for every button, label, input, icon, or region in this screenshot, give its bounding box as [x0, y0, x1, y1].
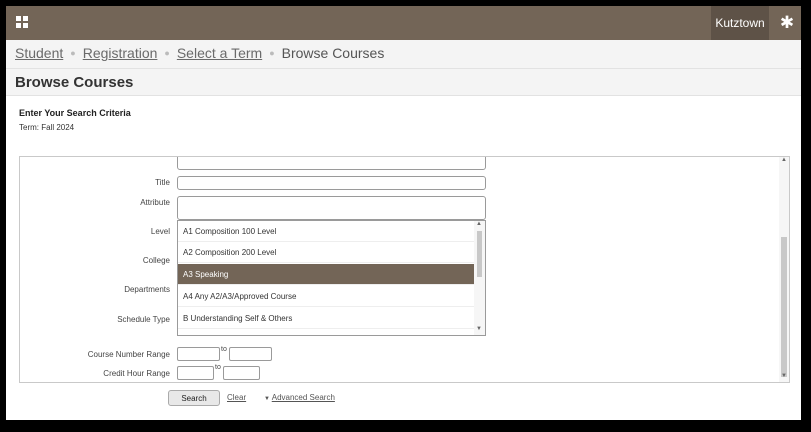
page-title: Browse Courses [15, 74, 134, 91]
breadcrumb-registration[interactable]: Registration [83, 45, 158, 61]
level-label: Level [150, 227, 170, 236]
panel-scrollbar[interactable]: ▲ ▼ [779, 157, 789, 382]
attribute-option[interactable]: A2 Composition 200 Level [178, 242, 475, 263]
range-to-label: to [215, 364, 221, 371]
page-header: Browse Courses [6, 69, 801, 96]
breadcrumb-current: Browse Courses [281, 45, 385, 61]
scroll-down-icon[interactable]: ▼ [476, 326, 482, 332]
attribute-option[interactable]: A1 Composition 100 Level [178, 221, 475, 242]
attribute-dropdown[interactable]: A1 Composition 100 Level A2 Composition … [177, 220, 486, 336]
subject-field[interactable] [177, 157, 486, 170]
course-number-label: Course Number Range [87, 350, 170, 359]
search-button[interactable]: Search [168, 390, 220, 406]
grid-menu-icon[interactable] [16, 16, 28, 28]
credit-hour-from[interactable] [177, 366, 214, 380]
tenant-name[interactable]: Kutztown [711, 6, 769, 40]
panel-scroll-thumb[interactable] [781, 237, 787, 377]
search-criteria-panel[interactable]: Title Attribute Level College Department… [19, 156, 790, 383]
title-label: Title [155, 178, 170, 187]
title-input[interactable] [177, 176, 486, 190]
breadcrumb-bar: Student ● Registration ● Select a Term ● Brows… [6, 40, 801, 69]
attribute-option[interactable]: A4 Any A2/A3/Approved Course [178, 286, 475, 307]
scroll-down-icon[interactable]: ▼ [781, 373, 787, 379]
range-to-label: to [221, 346, 227, 353]
credit-hour-label: Credit Hour Range [103, 369, 170, 378]
schedule-type-label: Schedule Type [117, 315, 170, 324]
criteria-heading: Enter Your Search Criteria [19, 108, 131, 118]
college-label: College [142, 256, 170, 265]
departments-label: Departments [124, 285, 170, 294]
breadcrumb-separator: ● [70, 48, 76, 58]
breadcrumb-separator: ● [269, 48, 275, 58]
scroll-up-icon[interactable]: ▲ [476, 221, 482, 227]
attribute-input[interactable] [177, 196, 486, 220]
attribute-label: Attribute [140, 198, 170, 207]
advanced-search-link[interactable]: ▼ Advanced Search [264, 393, 335, 402]
breadcrumb-separator: ● [164, 48, 170, 58]
caret-down-icon: ▼ [264, 396, 270, 402]
attribute-option[interactable]: B Understanding Self & Others [178, 308, 475, 329]
dropdown-scrollbar[interactable]: ▲ ▼ [474, 221, 485, 335]
clear-link[interactable]: Clear [227, 393, 246, 402]
breadcrumb-select-term[interactable]: Select a Term [177, 45, 262, 61]
dropdown-scroll-thumb[interactable] [477, 231, 482, 277]
attribute-option-selected[interactable]: A3 Speaking [178, 264, 475, 285]
breadcrumb: Student ● Registration ● Select a Term ● Brows… [15, 45, 384, 61]
breadcrumb-student[interactable]: Student [15, 45, 63, 61]
app-window: Kutztown ✱ Student ● Registration ● Select a… [6, 6, 801, 420]
credit-hour-to[interactable] [223, 366, 260, 380]
scroll-up-icon[interactable]: ▲ [781, 157, 787, 163]
course-number-from[interactable] [177, 347, 220, 361]
term-label: Term: Fall 2024 [19, 123, 75, 132]
top-bar: Kutztown ✱ [6, 6, 801, 40]
course-number-to[interactable] [229, 347, 272, 361]
advanced-search-label: Advanced Search [271, 393, 335, 402]
gear-icon[interactable]: ✱ [776, 6, 798, 40]
